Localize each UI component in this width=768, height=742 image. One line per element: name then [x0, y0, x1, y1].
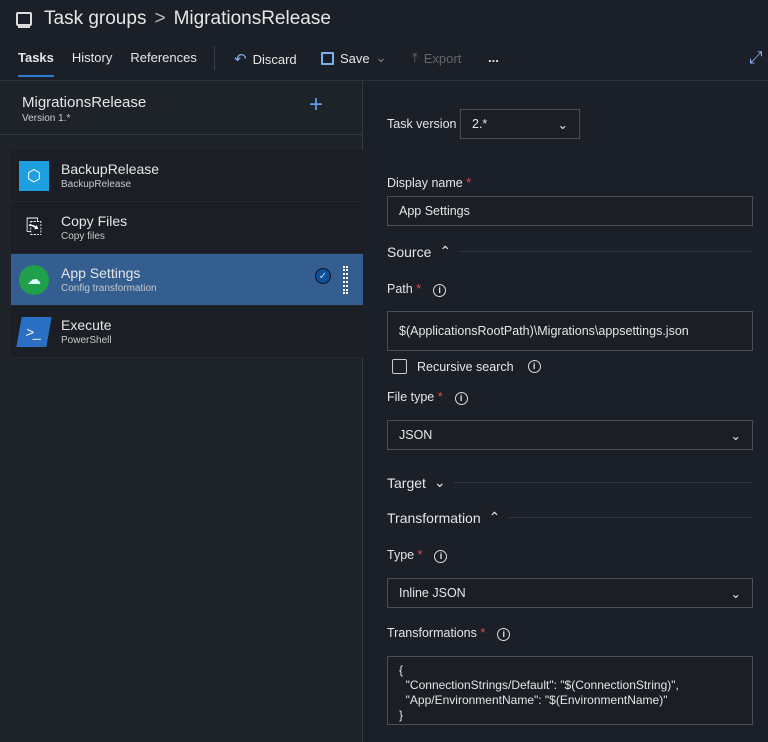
file-type-label: File type * i [387, 390, 468, 405]
info-icon[interactable]: i [527, 360, 541, 373]
task-item-execute[interactable]: >_ Execute PowerShell [11, 306, 363, 358]
cloud-gear-icon: ☁ [19, 264, 49, 295]
chevron-down-icon: ⌄ [375, 50, 387, 65]
task-name: Copy Files [61, 213, 128, 229]
file-type-select[interactable]: JSON ⌄ [387, 420, 753, 450]
recursive-search-checkbox[interactable]: Recursive search i [392, 359, 541, 374]
target-section-header[interactable]: Target ⌄ [387, 474, 752, 491]
transformations-textarea[interactable]: { "ConnectionStrings/Default": "$(Connec… [387, 656, 753, 725]
label-text: Type [387, 548, 415, 562]
tab-tasks[interactable]: Tasks [18, 50, 54, 77]
task-subtitle: Copy files [61, 231, 105, 242]
task-name: App Settings [61, 265, 141, 281]
copy-files-icon: ⎘ [26, 216, 42, 238]
info-icon[interactable]: i [454, 392, 468, 405]
divider [0, 134, 362, 135]
required-marker: * [417, 548, 423, 562]
task-item-backuprelease[interactable]: ⬡ BackupRelease BackupRelease [11, 150, 363, 202]
path-label: Path * i [387, 282, 447, 297]
info-icon[interactable]: i [434, 550, 448, 563]
enabled-check-icon[interactable]: ✓ [315, 268, 331, 284]
chevron-down-icon: ⌄ [730, 428, 741, 443]
required-marker: * [437, 390, 443, 404]
chevron-up-icon: ⌃ [439, 243, 452, 259]
section-title: Target [387, 474, 426, 491]
task-subtitle: BackupRelease [61, 179, 132, 190]
export-icon: ⤒ [412, 50, 418, 65]
group-version: Version 1.* [22, 113, 71, 124]
save-label: Save [340, 50, 370, 66]
transformations-label: Transformations * i [387, 626, 511, 641]
undo-icon: ↶ [234, 51, 247, 68]
task-name: Execute [61, 317, 112, 333]
checkbox[interactable] [392, 359, 407, 374]
section-title: Transformation [387, 509, 481, 526]
add-task-button[interactable]: + [309, 91, 323, 119]
export-button[interactable]: ⤒ Export [412, 50, 461, 66]
task-item-copy-files[interactable]: ⎘ Copy Files Copy files [11, 202, 363, 254]
section-title: Source [387, 243, 432, 260]
drag-handle[interactable] [343, 266, 348, 294]
task-version-label: Task version [387, 117, 457, 131]
display-name-label: Display name * [387, 176, 471, 190]
package-icon: ⬡ [19, 160, 49, 191]
label-text: Transformations [387, 626, 477, 640]
task-version-value: 2.* [472, 117, 488, 131]
discard-label: Discard [252, 51, 297, 67]
type-label: Type * i [387, 548, 448, 563]
task-subtitle: Config transformation [61, 283, 157, 294]
required-marker: * [416, 282, 422, 296]
powershell-icon: >_ [16, 316, 52, 347]
type-select[interactable]: Inline JSON ⌄ [387, 578, 753, 608]
display-name-input[interactable]: App Settings [387, 196, 753, 226]
chevron-down-icon: ⌄ [557, 117, 568, 132]
task-item-app-settings[interactable]: ☁ App Settings Config transformation ✓ [11, 254, 363, 306]
more-button[interactable]: ... [488, 50, 499, 65]
chevron-down-icon: ⌄ [433, 474, 446, 490]
task-group-icon [16, 12, 32, 26]
save-icon [321, 51, 334, 65]
label-text: Display name [387, 176, 463, 190]
task-name: BackupRelease [61, 161, 160, 177]
info-icon[interactable]: i [433, 284, 447, 297]
task-subtitle: PowerShell [61, 335, 112, 346]
tab-history[interactable]: History [72, 50, 112, 77]
file-type-value: JSON [399, 428, 433, 442]
group-name: MigrationsRelease [22, 94, 147, 111]
label-text: File type [387, 390, 435, 404]
divider [214, 46, 215, 70]
transformation-section-header[interactable]: Transformation ⌃ [387, 509, 752, 526]
breadcrumb-separator: > [154, 8, 166, 29]
chevron-down-icon: ⌄ [730, 586, 741, 601]
task-version-select[interactable]: 2.* ⌄ [460, 109, 580, 139]
discard-button[interactable]: ↶ Discard [234, 50, 297, 68]
tab-references[interactable]: References [130, 50, 196, 77]
page-title: MigrationsRelease [173, 8, 331, 29]
required-marker: * [466, 176, 472, 190]
expand-icon[interactable]: ⤢ [749, 48, 763, 68]
chevron-up-icon: ⌃ [488, 509, 501, 525]
save-button[interactable]: Save ⌄ [321, 50, 387, 66]
checkbox-label: Recursive search [417, 359, 514, 374]
type-value: Inline JSON [399, 586, 466, 600]
export-label: Export [423, 50, 462, 66]
breadcrumb-root[interactable]: Task groups [44, 8, 146, 30]
header: Task groups > MigrationsRelease [16, 8, 331, 30]
path-input[interactable]: $(ApplicationsRootPath)\Migrations\appse… [387, 311, 753, 351]
required-marker: * [480, 626, 486, 640]
label-text: Path [387, 282, 413, 296]
info-icon[interactable]: i [497, 628, 511, 641]
source-section-header[interactable]: Source ⌃ [387, 243, 752, 260]
